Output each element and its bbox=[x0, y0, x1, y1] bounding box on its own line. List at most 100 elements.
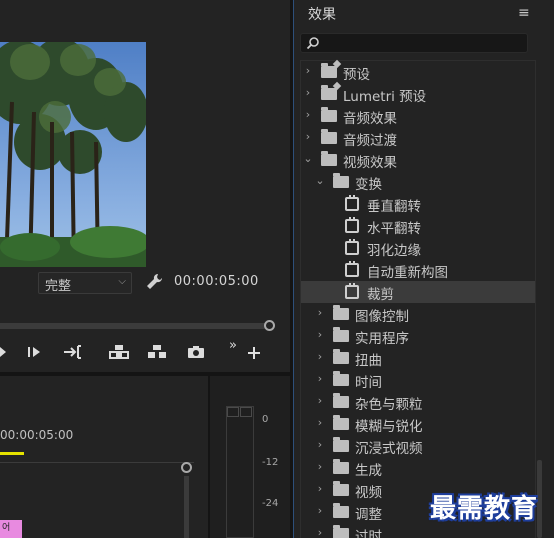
effect-item[interactable]: 垂直翻转 bbox=[301, 193, 535, 215]
meter-clip-indicator-right[interactable] bbox=[240, 407, 252, 417]
effect-folder[interactable]: › 音频过渡 bbox=[301, 127, 535, 149]
effect-folder[interactable]: › 音频效果 bbox=[301, 105, 535, 127]
effect-item-label: 音频效果 bbox=[343, 111, 397, 127]
effect-item[interactable]: 自动重新构图 bbox=[301, 259, 535, 281]
chevron-right-icon[interactable]: › bbox=[315, 482, 325, 495]
chevron-right-icon[interactable]: › bbox=[315, 460, 325, 473]
effect-folder[interactable]: › 过时 bbox=[301, 523, 535, 538]
effect-folder[interactable]: › 沉浸式视频 bbox=[301, 435, 535, 457]
folder-icon bbox=[321, 151, 337, 166]
folder-icon bbox=[333, 327, 349, 342]
scrollbar-track[interactable] bbox=[184, 476, 189, 538]
effect-folder[interactable]: › 模糊与锐化 bbox=[301, 413, 535, 435]
folder-icon bbox=[333, 503, 349, 518]
chevron-right-icon[interactable]: › bbox=[303, 130, 313, 143]
effect-item-label: 自动重新构图 bbox=[367, 265, 448, 281]
playback-scrubber[interactable] bbox=[0, 320, 275, 331]
video-preview bbox=[0, 42, 146, 267]
folder-icon bbox=[321, 129, 337, 144]
timeline-panel: 00:00:05:00 어 bbox=[0, 376, 208, 538]
step-forward-icon[interactable] bbox=[26, 340, 44, 364]
chevron-right-icon[interactable]: › bbox=[315, 438, 325, 451]
effect-item-label: 羽化边缘 bbox=[367, 243, 421, 259]
effect-folder[interactable]: › Lumetri 预设 bbox=[301, 83, 535, 105]
folder-icon bbox=[333, 173, 349, 188]
scrubber-end-handle[interactable] bbox=[264, 320, 275, 331]
effect-item-label: 扭曲 bbox=[355, 353, 382, 369]
meter-label: -12 bbox=[262, 457, 279, 468]
chevron-right-icon[interactable]: › bbox=[315, 526, 325, 538]
timeline-ruler-time: 00:00:05:00 bbox=[0, 428, 74, 442]
wrench-icon[interactable] bbox=[144, 272, 164, 292]
effect-item-label: 过时 bbox=[355, 529, 382, 538]
effect-folder[interactable]: ⌄ 变换 bbox=[301, 171, 535, 193]
effect-item-label: 音频过渡 bbox=[343, 133, 397, 149]
effect-folder[interactable]: ⌄ 视频效果 bbox=[301, 149, 535, 171]
effect-item-label: 裁剪 bbox=[367, 287, 394, 303]
chevron-right-icon[interactable]: › bbox=[303, 86, 313, 99]
effect-item-label: 沉浸式视频 bbox=[355, 441, 423, 457]
panel-title[interactable]: 效果 bbox=[308, 4, 336, 24]
effect-item-label: Lumetri 预设 bbox=[343, 89, 427, 105]
effect-item[interactable]: 羽化边缘 bbox=[301, 237, 535, 259]
effect-item-label: 实用程序 bbox=[355, 331, 409, 347]
lift-icon[interactable] bbox=[108, 340, 130, 364]
effect-folder[interactable]: › 图像控制 bbox=[301, 303, 535, 325]
effect-folder[interactable]: › 杂色与颗粒 bbox=[301, 391, 535, 413]
scrubber-track[interactable] bbox=[0, 323, 266, 329]
meter-label: -24 bbox=[262, 498, 279, 509]
folder-icon bbox=[333, 349, 349, 364]
folder-icon bbox=[333, 525, 349, 538]
more-controls-icon[interactable]: » bbox=[226, 339, 240, 364]
effect-folder[interactable]: › 扭曲 bbox=[301, 347, 535, 369]
effects-panel: 效果 ≡ › 预设 › Lumetri 预设 › 音频效果 › 音频过渡 ⌄ 视频效果 ⌄ 变换 垂直翻… bbox=[293, 0, 554, 538]
chevron-right-icon[interactable]: › bbox=[315, 306, 325, 319]
scrollbar-handle[interactable] bbox=[181, 462, 192, 473]
chevron-right-icon[interactable]: › bbox=[315, 328, 325, 341]
effects-scrollbar[interactable] bbox=[537, 60, 543, 538]
effect-item-label: 杂色与颗粒 bbox=[355, 397, 423, 413]
effect-folder[interactable]: › 预设 bbox=[301, 61, 535, 83]
folder-icon bbox=[333, 459, 349, 474]
effect-item-label: 预设 bbox=[343, 67, 370, 83]
chevron-right-icon[interactable]: › bbox=[315, 416, 325, 429]
audio-meter-panel: 0 -12 -24 bbox=[208, 376, 290, 538]
effect-icon bbox=[345, 239, 359, 255]
fit-dropdown-value: 完整 bbox=[45, 279, 72, 294]
go-to-out-icon[interactable] bbox=[62, 340, 84, 364]
chevron-right-icon[interactable]: › bbox=[315, 350, 325, 363]
duration-timecode: 00:00:05:00 bbox=[174, 274, 259, 289]
timeline-clip[interactable]: 어 bbox=[0, 520, 22, 538]
chevron-right-icon[interactable]: › bbox=[315, 372, 325, 385]
effect-folder[interactable]: › 生成 bbox=[301, 457, 535, 479]
effect-icon bbox=[345, 261, 359, 277]
effect-item-label: 水平翻转 bbox=[367, 221, 421, 237]
folder-icon bbox=[333, 371, 349, 386]
extract-icon[interactable] bbox=[146, 340, 168, 364]
work-area-bar[interactable] bbox=[0, 452, 24, 455]
add-button-icon[interactable] bbox=[246, 340, 262, 364]
play-icon[interactable] bbox=[0, 340, 8, 364]
search-icon bbox=[306, 37, 319, 50]
chevron-down-icon: ⌵ bbox=[118, 276, 126, 287]
effect-folder[interactable]: › 实用程序 bbox=[301, 325, 535, 347]
fit-dropdown[interactable]: 完整 ⌵ bbox=[38, 272, 132, 294]
folder-icon bbox=[333, 481, 349, 496]
program-monitor: 完整 ⌵ 00:00:05:00 » bbox=[0, 0, 290, 372]
chevron-right-icon[interactable]: › bbox=[303, 108, 313, 121]
chevron-right-icon[interactable]: › bbox=[315, 394, 325, 407]
effect-folder[interactable]: › 时间 bbox=[301, 369, 535, 391]
hamburger-icon[interactable]: ≡ bbox=[518, 5, 530, 21]
timeline-vertical-scrollbar[interactable] bbox=[181, 462, 193, 538]
effect-item[interactable]: 水平翻转 bbox=[301, 215, 535, 237]
chevron-right-icon[interactable]: › bbox=[315, 504, 325, 517]
search-input[interactable] bbox=[300, 33, 528, 53]
camera-icon[interactable] bbox=[186, 340, 206, 364]
chevron-down-icon[interactable]: ⌄ bbox=[315, 174, 325, 187]
folder-icon bbox=[333, 393, 349, 408]
watermark-logo: 最需教育 bbox=[430, 494, 539, 524]
chevron-down-icon[interactable]: ⌄ bbox=[303, 152, 313, 165]
meter-clip-indicator-left[interactable] bbox=[227, 407, 239, 417]
chevron-right-icon[interactable]: › bbox=[303, 64, 313, 77]
effect-item[interactable]: 裁剪 bbox=[301, 281, 535, 303]
